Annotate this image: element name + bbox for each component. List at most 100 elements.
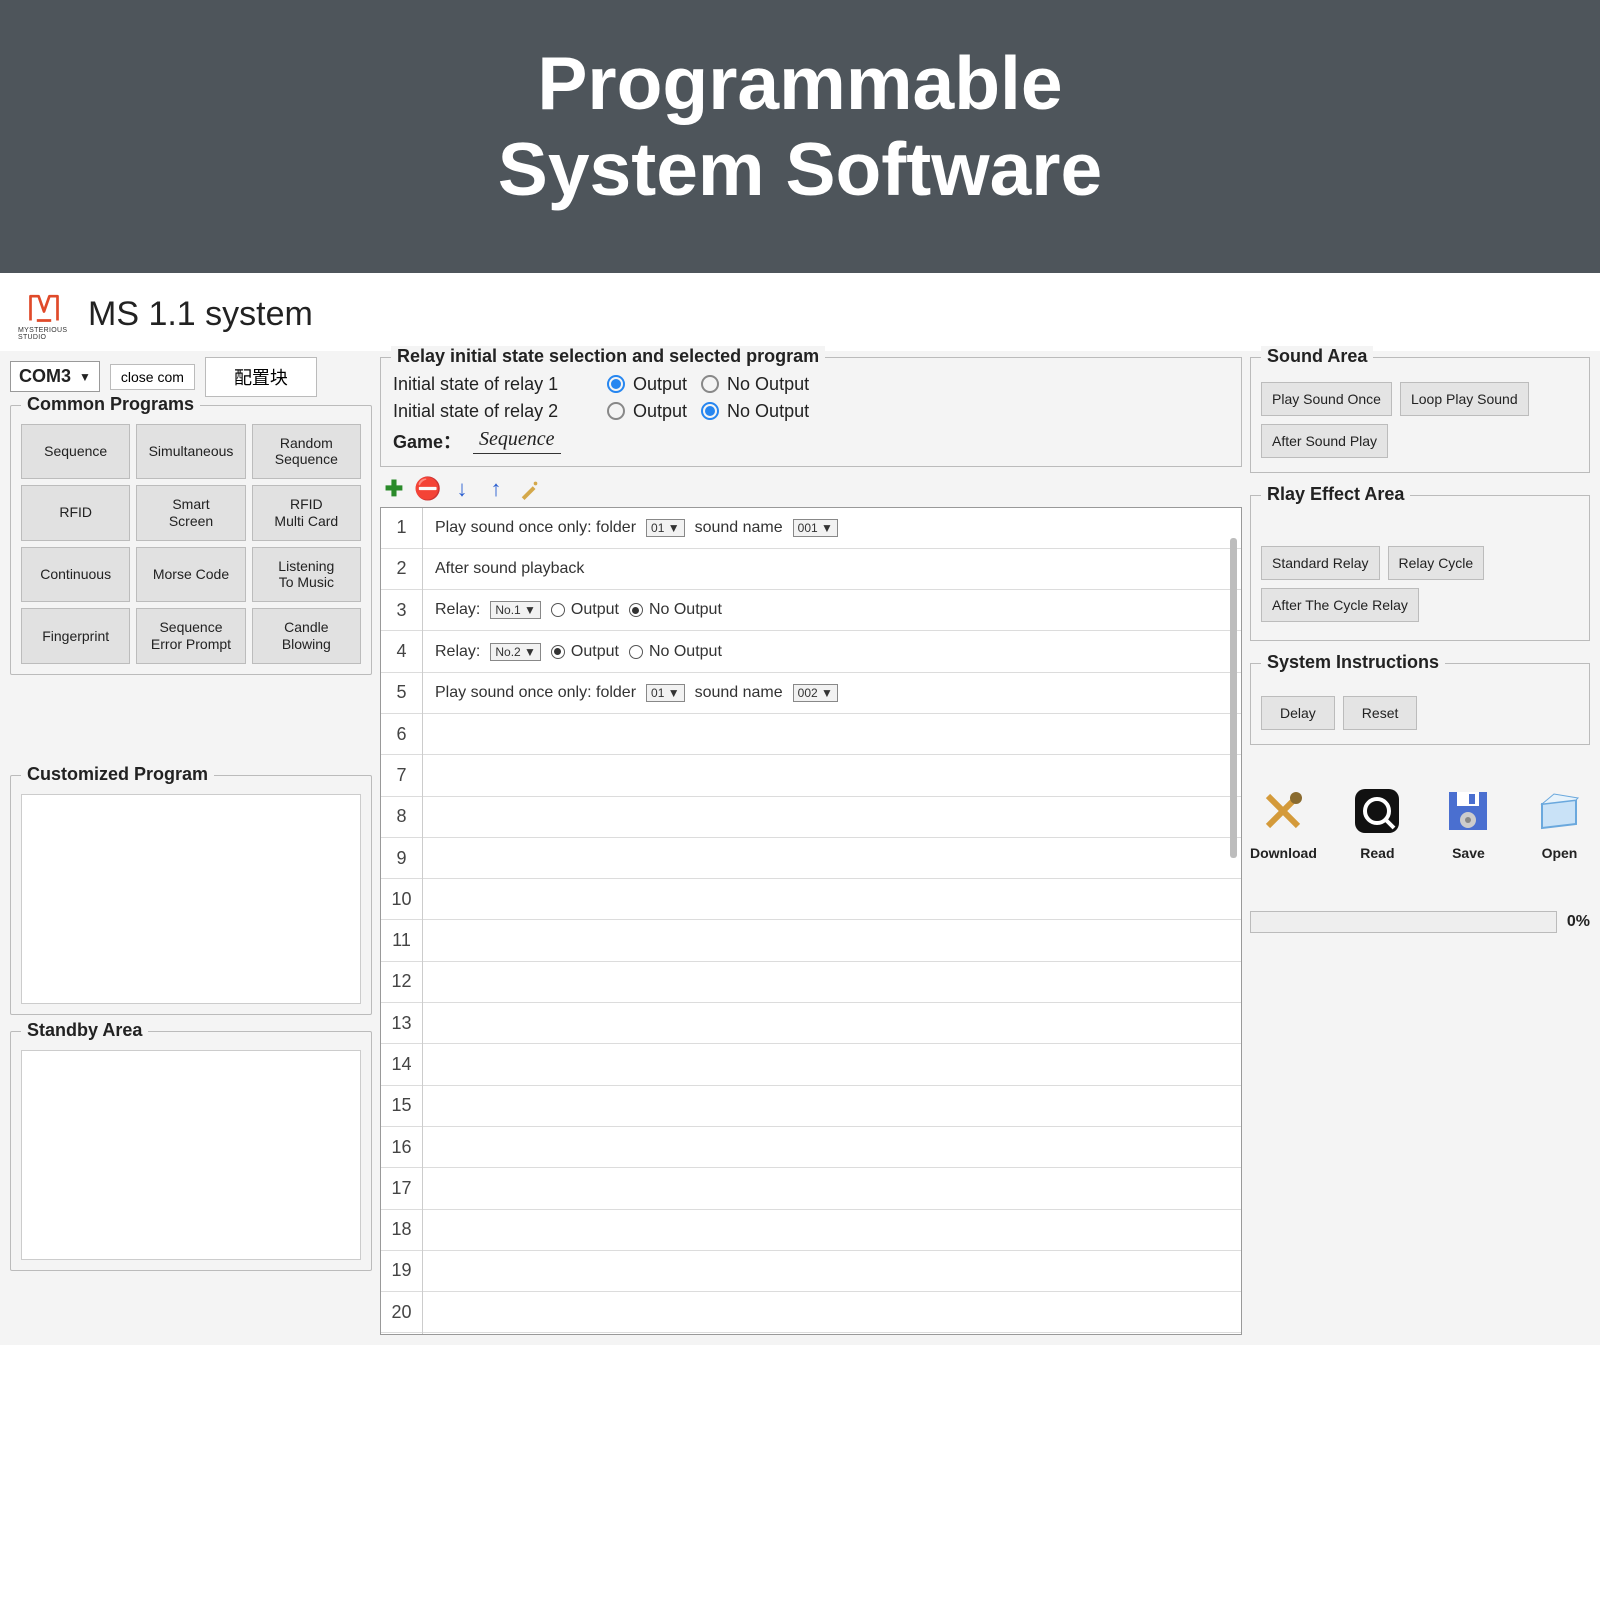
customized-program-area[interactable] [21,794,361,1004]
program-button-11[interactable]: CandleBlowing [252,608,361,664]
step-row[interactable]: Relay:No.2 ▼OutputNo Output [423,631,1241,672]
wand-icon[interactable] [518,477,542,501]
read-action[interactable]: Read [1347,785,1408,861]
read-icon [1351,785,1403,837]
sound-area-title: Sound Area [1261,346,1373,367]
relay-effect-group: Rlay Effect Area Standard RelayRelay Cyc… [1250,495,1590,641]
system-instructions-group: System Instructions DelayReset [1250,663,1590,745]
relay1-label: Initial state of relay 1 [393,374,593,395]
system-instructions-title: System Instructions [1261,652,1445,673]
step-row[interactable] [423,838,1241,879]
step-row[interactable] [423,1168,1241,1209]
relay-btns-btn-0[interactable]: Standard Relay [1261,546,1380,580]
hero-line1: Programmable [20,40,1580,126]
move-up-icon[interactable]: ↑ [484,477,508,501]
relay-btns-btn-2[interactable]: After The Cycle Relay [1261,588,1419,622]
program-button-7[interactable]: Morse Code [136,547,245,603]
relay1-output-radio[interactable]: Output [607,374,687,395]
game-label: Game： [393,428,461,454]
relay2-output-radio[interactable]: Output [607,401,687,422]
program-button-6[interactable]: Continuous [21,547,130,603]
add-step-icon[interactable]: ✚ [382,477,406,501]
program-button-5[interactable]: RFIDMulti Card [252,485,361,541]
program-button-3[interactable]: RFID [21,485,130,541]
step-row[interactable] [423,1086,1241,1127]
step-row[interactable]: After sound playback [423,549,1241,590]
app-window: MYSTERIOUS STUDIO MS 1.1 system COM3 ▼ c… [0,273,1600,1345]
soundname-select[interactable]: 001 ▼ [793,519,838,537]
download-action[interactable]: Download [1250,785,1317,861]
step-number: 8 [381,797,422,838]
download-icon [1257,785,1309,837]
step-row[interactable] [423,879,1241,920]
caret-down-icon: ▼ [79,370,91,384]
com-port-select[interactable]: COM3 ▼ [10,361,100,392]
program-button-4[interactable]: SmartScreen [136,485,245,541]
move-down-icon[interactable]: ↓ [450,477,474,501]
program-button-9[interactable]: Fingerprint [21,608,130,664]
common-programs-group: Common Programs SequenceSimultaneousRand… [10,405,372,675]
remove-step-icon[interactable]: ⛔ [416,477,440,501]
relay-nooutput-radio[interactable]: No Output [629,601,722,619]
read-label: Read [1360,845,1394,861]
step-toolbar: ✚ ⛔ ↓ ↑ [380,471,1242,507]
step-row[interactable]: Play sound once only: folder01 ▼sound na… [423,508,1241,549]
sound-btns-btn-0[interactable]: Play Sound Once [1261,382,1392,416]
relay-no-select[interactable]: No.1 ▼ [490,601,541,619]
step-row[interactable]: Play sound once only: folder01 ▼sound na… [423,673,1241,714]
step-number: 14 [381,1044,422,1085]
logo-text: MYSTERIOUS STUDIO [18,327,70,341]
step-row[interactable] [423,1210,1241,1251]
program-button-10[interactable]: SequenceError Prompt [136,608,245,664]
standby-area-box[interactable] [21,1050,361,1260]
download-label: Download [1250,845,1317,861]
step-number: 15 [381,1086,422,1127]
soundname-select[interactable]: 002 ▼ [793,684,838,702]
step-row[interactable] [423,755,1241,796]
relay-nooutput-radio[interactable]: No Output [629,643,722,661]
relay-output-radio[interactable]: Output [551,643,619,661]
step-scrollbar[interactable] [1230,538,1237,858]
step-row[interactable] [423,1292,1241,1333]
relay2-nooutput-radio[interactable]: No Output [701,401,809,422]
program-button-2[interactable]: RandomSequence [252,424,361,480]
relay-output-radio[interactable]: Output [551,601,619,619]
sound-btns-btn-2[interactable]: After Sound Play [1261,424,1388,458]
com-port-value: COM3 [19,366,71,387]
step-number: 3 [381,590,422,631]
step-row[interactable] [423,797,1241,838]
step-list: 1234567891011121314151617181920 Play sou… [380,507,1242,1335]
step-number: 12 [381,962,422,1003]
relay-effect-title: Rlay Effect Area [1261,484,1410,505]
relay-btns-btn-1[interactable]: Relay Cycle [1388,546,1485,580]
step-number: 18 [381,1210,422,1251]
step-row[interactable] [423,1003,1241,1044]
step-number: 4 [381,631,422,672]
relay2-label: Initial state of relay 2 [393,401,593,422]
step-number: 9 [381,838,422,879]
sys-btns-btn-1[interactable]: Reset [1343,696,1418,730]
sys-btns-btn-0[interactable]: Delay [1261,696,1335,730]
customized-program-group: Customized Program [10,775,372,1015]
folder-select[interactable]: 01 ▼ [646,519,685,537]
step-row[interactable] [423,1127,1241,1168]
step-row[interactable] [423,920,1241,961]
close-com-button[interactable]: close com [110,364,195,390]
program-button-1[interactable]: Simultaneous [136,424,245,480]
save-action[interactable]: Save [1438,785,1499,861]
step-row[interactable] [423,962,1241,1003]
step-row[interactable] [423,1044,1241,1085]
step-row[interactable] [423,714,1241,755]
folder-select[interactable]: 01 ▼ [646,684,685,702]
program-button-0[interactable]: Sequence [21,424,130,480]
program-button-8[interactable]: ListeningTo Music [252,547,361,603]
step-row[interactable]: Relay:No.1 ▼OutputNo Output [423,590,1241,631]
config-block-button[interactable]: 配置块 [205,357,317,397]
step-row[interactable] [423,1251,1241,1292]
relay1-nooutput-radio[interactable]: No Output [701,374,809,395]
step-number: 16 [381,1127,422,1168]
sound-btns-btn-1[interactable]: Loop Play Sound [1400,382,1529,416]
relay-no-select[interactable]: No.2 ▼ [490,643,541,661]
customized-program-title: Customized Program [21,764,214,785]
open-action[interactable]: Open [1529,785,1590,861]
